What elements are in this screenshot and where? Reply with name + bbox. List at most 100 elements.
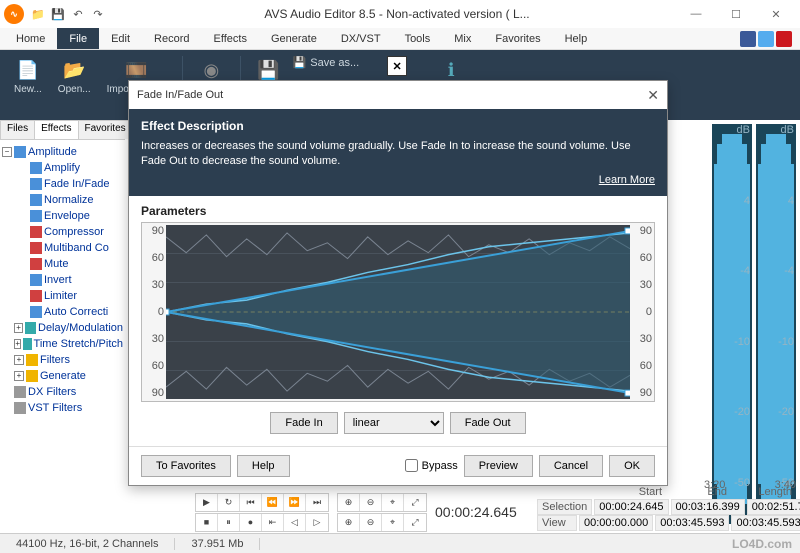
zoom-sel-v-button[interactable]: ⌖ <box>382 514 404 531</box>
tree-node-fade[interactable]: Fade In/Fade <box>2 176 123 192</box>
tree-node-compressor[interactable]: Compressor <box>2 224 123 240</box>
sel-end[interactable]: 00:03:16.399 <box>671 499 745 515</box>
fadeout-button[interactable]: Fade Out <box>450 412 526 434</box>
curve-select[interactable]: linear <box>344 412 444 434</box>
menu-file[interactable]: File <box>57 28 99 49</box>
desc-text: Increases or decreases the sound volume … <box>141 139 655 170</box>
fadein-button[interactable]: Fade In <box>270 412 337 434</box>
menu-home[interactable]: Home <box>4 28 57 49</box>
close-button[interactable]: ✕ <box>756 0 796 28</box>
stop-button[interactable]: ■ <box>196 514 218 531</box>
view-start[interactable]: 00:00:00.000 <box>579 515 653 531</box>
fade-dialog: Fade In/Fade Out ✕ Effect Description In… <box>128 80 668 486</box>
tree-node-normalize[interactable]: Normalize <box>2 192 123 208</box>
menu-record[interactable]: Record <box>142 28 201 49</box>
forward-button[interactable]: ⏭ <box>306 494 328 511</box>
pause-button[interactable]: ⏸ <box>218 514 240 531</box>
dialog-titlebar[interactable]: Fade In/Fade Out ✕ <box>129 81 667 109</box>
tree-node-amplitude[interactable]: −Amplitude <box>2 144 123 160</box>
record-button[interactable]: ● <box>240 514 262 531</box>
waveform-channel-2[interactable]: dB 4 -4 -10 -20 -50 <box>756 124 796 489</box>
tree-node-dxfilters[interactable]: DX Filters <box>2 384 123 400</box>
playloop-button[interactable]: ↻ <box>218 494 240 511</box>
open-button[interactable]: 📂 Open... <box>54 56 95 97</box>
selection-row: Selection 00:00:24.645 00:03:16.399 00:0… <box>536 499 796 515</box>
folder-icon[interactable]: 📁 <box>30 6 46 22</box>
tree-node-delay[interactable]: +Delay/Modulation <box>2 320 123 336</box>
save-icon[interactable]: 💾 <box>50 6 66 22</box>
tab-favorites[interactable]: Favorites <box>78 120 133 139</box>
tree-node-autocorrect[interactable]: Auto Correcti <box>2 304 123 320</box>
tree-node-generate[interactable]: +Generate <box>2 368 123 384</box>
col-end: End <box>666 485 731 499</box>
save-disk-icon: 💾 <box>257 58 281 82</box>
zoom-in-button[interactable]: ⊕ <box>338 494 360 511</box>
tree-node-amplify[interactable]: Amplify <box>2 160 123 176</box>
menu-generate[interactable]: Generate <box>259 28 329 49</box>
facebook-icon[interactable] <box>740 31 756 47</box>
saveas-button[interactable]: 💾 Save as... <box>293 56 360 69</box>
tree-node-invert[interactable]: Invert <box>2 272 123 288</box>
selection-info: Start End Length Selection 00:00:24.645 … <box>536 485 796 531</box>
view-end[interactable]: 00:03:45.593 <box>655 515 729 531</box>
play-button[interactable]: ▶ <box>196 494 218 511</box>
tab-effects[interactable]: Effects <box>34 120 78 139</box>
tree-node-vstfilters[interactable]: VST Filters <box>2 400 123 416</box>
tree-node-timestretch[interactable]: +Time Stretch/Pitch <box>2 336 123 352</box>
dialog-close-button[interactable]: ✕ <box>647 87 659 104</box>
tree-node-filters[interactable]: +Filters <box>2 352 123 368</box>
cancel-button[interactable]: Cancel <box>539 455 603 477</box>
rewind-button[interactable]: ⏮ <box>240 494 262 511</box>
tree-node-mute[interactable]: Mute <box>2 256 123 272</box>
sel-length[interactable]: 00:02:51.754 <box>747 499 800 515</box>
zoom-sel-button[interactable]: ⌖ <box>382 494 404 511</box>
undo-icon[interactable]: ↶ <box>70 6 86 22</box>
zoom-full-v-button[interactable]: ⤢ <box>404 514 426 531</box>
tab-files[interactable]: Files <box>0 120 35 139</box>
menu-favorites[interactable]: Favorites <box>483 28 552 49</box>
tree-node-envelope[interactable]: Envelope <box>2 208 123 224</box>
zoom-full-button[interactable]: ⤢ <box>404 494 426 511</box>
fade-chart: 90 60 30 0 30 60 90 <box>141 222 655 402</box>
prev-button[interactable]: ⏪ <box>262 494 284 511</box>
tree-node-multiband[interactable]: Multiband Co <box>2 240 123 256</box>
new-button[interactable]: 📄 New... <box>10 56 46 97</box>
preview-button[interactable]: Preview <box>464 455 533 477</box>
youtube-icon[interactable] <box>776 31 792 47</box>
menu-edit[interactable]: Edit <box>99 28 142 49</box>
redo-icon[interactable]: ↷ <box>90 6 106 22</box>
menu-effects[interactable]: Effects <box>202 28 259 49</box>
maximize-button[interactable]: ☐ <box>716 0 756 28</box>
view-length[interactable]: 00:03:45.593 <box>731 515 800 531</box>
menu-tools[interactable]: Tools <box>393 28 443 49</box>
zoom-out-button[interactable]: ⊖ <box>360 494 382 511</box>
window-title: AVS Audio Editor 8.5 - Non-activated ver… <box>118 7 676 21</box>
tree-node-limiter[interactable]: Limiter <box>2 288 123 304</box>
menu-help[interactable]: Help <box>553 28 600 49</box>
goto-start-button[interactable]: ⇤ <box>262 514 284 531</box>
effect-icon <box>30 162 42 174</box>
bypass-checkbox[interactable]: Bypass <box>405 459 458 472</box>
minimize-button[interactable]: — <box>676 0 716 28</box>
dialog-footer: To Favorites Help Bypass Preview Cancel … <box>129 446 667 485</box>
step-back-button[interactable]: ◁ <box>284 514 306 531</box>
menu-dxvst[interactable]: DX/VST <box>329 28 393 49</box>
step-fwd-button[interactable]: ▷ <box>306 514 328 531</box>
zoom-out-v-button[interactable]: ⊖ <box>360 514 382 531</box>
zoom-in-v-button[interactable]: ⊕ <box>338 514 360 531</box>
learn-more-link[interactable]: Learn More <box>599 174 655 186</box>
disc-icon: ◉ <box>199 58 223 82</box>
import-icon: 🎞️ <box>124 58 148 82</box>
fade-plot[interactable] <box>166 225 630 399</box>
waveform-channel-1[interactable]: dB 4 -4 -10 -20 -50 <box>712 124 752 489</box>
category-icon <box>25 322 36 334</box>
menu-mix[interactable]: Mix <box>442 28 483 49</box>
bypass-input[interactable] <box>405 459 418 472</box>
next-button[interactable]: ⏩ <box>284 494 306 511</box>
help-button[interactable]: Help <box>237 455 290 477</box>
close-panel-button[interactable]: ✕ <box>387 56 407 76</box>
ok-button[interactable]: OK <box>609 455 655 477</box>
twitter-icon[interactable] <box>758 31 774 47</box>
sel-start[interactable]: 00:00:24.645 <box>594 499 668 515</box>
to-favorites-button[interactable]: To Favorites <box>141 455 231 477</box>
